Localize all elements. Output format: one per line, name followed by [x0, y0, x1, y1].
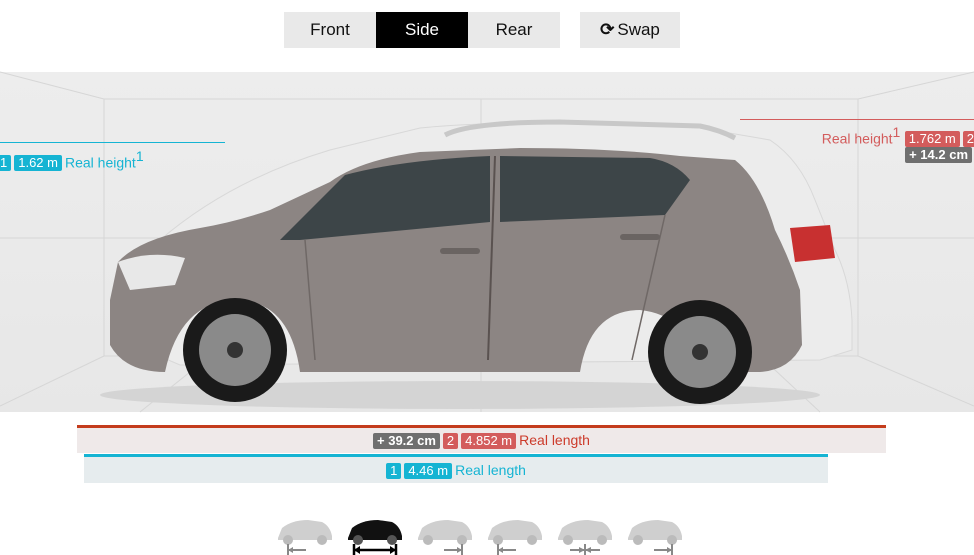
car2-length-text: Real length: [519, 432, 590, 448]
refresh-icon: ⟳: [600, 20, 615, 39]
align-center-icon[interactable]: [550, 510, 620, 555]
alignment-selector: [270, 510, 690, 555]
car1-index-badge: 1: [0, 155, 12, 172]
car2-length-index-badge: 2: [442, 432, 459, 449]
car2-length-bar: + 39.2 cm 2 4.852 m Real length: [77, 425, 886, 453]
length-difference-badge: + 39.2 cm: [373, 432, 440, 449]
car1-height-footnote: 1: [135, 148, 144, 164]
align-left-icon[interactable]: [480, 510, 550, 555]
height-difference: + 14.2 cm: [905, 146, 974, 164]
car1-length-index-badge: 1: [386, 462, 402, 479]
comparison-stage: Front Side Rear ⟳ Swap 1 1.62 m Real height…: [0, 0, 974, 555]
left-height-label: 1 1.62 m Real height1: [0, 148, 144, 172]
right-height-label: Real height1 1.762 m2: [822, 124, 974, 148]
car2-height-text: Real height: [821, 130, 893, 147]
car1-height-value: 1.62 m: [14, 155, 62, 172]
car1-length-value: 4.46 m: [404, 462, 453, 479]
align-right-icon[interactable]: [620, 510, 690, 555]
left-height-line: [0, 142, 225, 143]
front-view-button[interactable]: Front: [284, 12, 376, 48]
right-height-line: [740, 119, 974, 120]
align-center-icon[interactable]: [340, 510, 410, 555]
height-difference-badge: + 14.2 cm: [905, 146, 972, 163]
car2-height-value: 1.762 m: [904, 131, 960, 148]
swap-label: Swap: [617, 20, 660, 39]
car2-length-value: 4.852 m: [461, 432, 517, 449]
car1-length-text: Real length: [455, 462, 526, 478]
align-right-icon[interactable]: [410, 510, 480, 555]
car1-height-text: Real height: [64, 154, 136, 171]
align-left-icon[interactable]: [270, 510, 340, 555]
car2-height-footnote: 1: [892, 124, 901, 140]
view-toggle: Front Side Rear: [284, 12, 560, 48]
car1-length-bar: 1 4.46 m Real length: [84, 454, 828, 483]
swap-button[interactable]: ⟳ Swap: [580, 12, 680, 48]
rear-view-button[interactable]: Rear: [468, 12, 560, 48]
side-view-button[interactable]: Side: [376, 12, 468, 48]
car2-index-badge: 2: [962, 131, 974, 148]
